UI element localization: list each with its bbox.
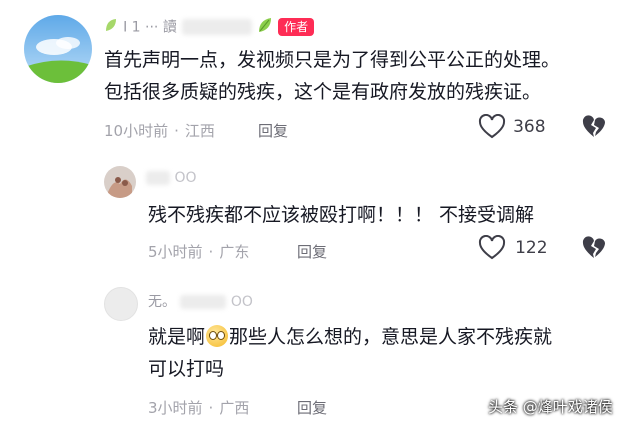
username[interactable]: 无。 (148, 294, 176, 310)
comment-text: 残不残疾都不应该被殴打啊！！！ 不接受调解 (148, 204, 535, 226)
comment-time: 3小时前 (148, 399, 203, 417)
comment-author-row: 无。 OO (148, 291, 253, 311)
like-count: 368 (513, 117, 546, 137)
comment-text: 包括很多质疑的残疾，这个是有政府发放的残疾证。 (104, 81, 542, 103)
comment-author-row: I 1 ··· 讀 作者 (104, 16, 315, 38)
meta-separator: · (208, 399, 214, 417)
avatar[interactable] (104, 166, 136, 198)
avatar[interactable] (24, 15, 92, 83)
comment-text-part: 就是啊 (148, 326, 206, 348)
leaf-icon (104, 17, 118, 37)
avatar-image (104, 166, 136, 198)
avatar[interactable] (104, 287, 138, 321)
like-button[interactable]: 368 (478, 113, 546, 140)
comment-text-part: 那些人怎么想的，意思是人家不残疾就 (229, 326, 553, 348)
username[interactable]: I 1 ··· 讀 (123, 20, 177, 36)
watermark: 头条 @烽叶戏诸侯 (488, 398, 613, 416)
comment-text: 就是啊 那些人怎么想的，意思是人家不残疾就 (148, 322, 552, 352)
comment-location: 广西 (219, 399, 250, 417)
comment-text: 可以打吗 (148, 358, 225, 380)
comment-meta: 5小时前 · 广东 (148, 241, 249, 262)
sweating-face-emoji-icon (206, 325, 229, 347)
leaf-icon (257, 16, 273, 38)
comment-meta: 3小时前 · 广西 (148, 397, 249, 418)
comment-location: 江西 (184, 122, 215, 140)
meta-separator: · (208, 243, 214, 261)
reply-button[interactable]: 回复 (297, 397, 327, 418)
broken-heart-icon (582, 236, 605, 258)
username[interactable]: OO (174, 170, 196, 186)
meta-separator: · (174, 122, 179, 140)
like-button[interactable]: 122 (478, 234, 548, 261)
reply-button[interactable]: 回复 (258, 120, 288, 141)
comment-meta: 10小时前 · 江西 (104, 120, 215, 141)
heart-outline-icon (478, 234, 506, 260)
username-blur (146, 171, 170, 185)
comment-time: 10小时前 (104, 122, 169, 140)
heart-outline-icon (478, 113, 506, 139)
username-suffix: OO (230, 294, 253, 310)
broken-heart-icon (582, 115, 605, 137)
dislike-button[interactable] (581, 235, 607, 265)
like-count: 122 (515, 238, 548, 258)
reply-button[interactable]: 回复 (297, 241, 327, 262)
avatar-image (24, 15, 92, 83)
comment-time: 5小时前 (148, 243, 203, 261)
dislike-button[interactable] (581, 114, 607, 144)
comment-text: 首先声明一点，发视频只是为了得到公平公正的处理。 (104, 49, 561, 71)
comment-author-row: OO (146, 170, 197, 186)
comment-location: 广东 (219, 243, 250, 261)
author-badge: 作者 (278, 18, 315, 36)
username-blur (181, 19, 252, 35)
username-blur (180, 295, 227, 309)
